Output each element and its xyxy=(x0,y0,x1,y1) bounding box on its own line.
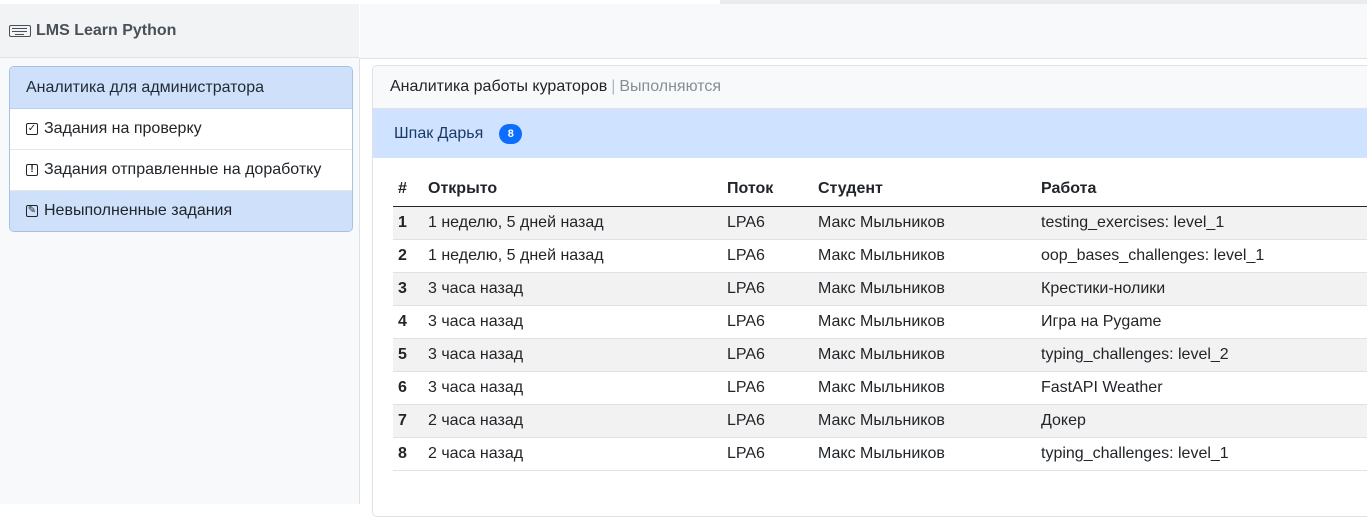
stream-cell: LPA6 xyxy=(722,206,813,240)
opened-cell: 3 часа назад xyxy=(423,338,722,372)
student-cell: Макс Мыльников xyxy=(813,239,1036,273)
row-number: 4 xyxy=(393,305,423,339)
opened-cell: 2 часа назад xyxy=(423,437,722,471)
brand-title: LMS Learn Python xyxy=(36,21,177,39)
work-cell: typing_challenges: level_2 xyxy=(1036,338,1367,372)
stream-cell: LPA6 xyxy=(722,437,813,471)
card-title: Аналитика работы кураторов xyxy=(390,78,608,95)
sidebar-item-label: Задания отправленные на доработку xyxy=(44,161,322,178)
sidebar-item-unfinished[interactable]: ✎ Невыполненные задания xyxy=(10,191,352,231)
stream-cell: LPA6 xyxy=(722,305,813,339)
work-cell: Игра на Pygame xyxy=(1036,305,1367,339)
row-number: 5 xyxy=(393,338,423,372)
exclamation-square-icon: ! xyxy=(26,164,38,176)
table-row: 43 часа назад LPA6 Макс Мыльников Игра на P… xyxy=(393,305,1367,339)
row-number: 2 xyxy=(393,239,423,273)
student-cell: Макс Мыльников xyxy=(813,338,1036,372)
row-number: 8 xyxy=(393,437,423,471)
title-separator: | xyxy=(611,78,616,95)
curator-row[interactable]: Шпак Дарья 8 xyxy=(373,109,1367,158)
column-header: Студент xyxy=(813,172,1036,207)
table-row: 72 часа назад LPA6 Макс Мыльников Докер xyxy=(393,404,1367,438)
sidebar-menu: Аналитика для администратора ✓ Задания н… xyxy=(9,66,353,232)
keyboard-icon xyxy=(9,24,31,37)
table-row: 33 часа назад LPA6 Макс Мыльников Крестики-… xyxy=(393,272,1367,306)
sidebar-heading[interactable]: Аналитика для администратора xyxy=(10,67,352,109)
opened-cell: 3 часа назад xyxy=(423,305,722,339)
curator-name: Шпак Дарья xyxy=(394,124,484,142)
work-cell: typing_challenges: level_1 xyxy=(1036,437,1367,471)
work-cell: FastAPI Weather xyxy=(1036,371,1367,405)
row-number: 6 xyxy=(393,371,423,405)
column-header: Поток xyxy=(722,172,813,207)
opened-cell: 3 часа назад xyxy=(423,272,722,306)
stream-cell: LPA6 xyxy=(722,272,813,306)
brand[interactable]: LMS Learn Python xyxy=(0,4,359,58)
opened-cell: 1 неделю, 5 дней назад xyxy=(423,206,722,240)
student-cell: Макс Мыльников xyxy=(813,206,1036,240)
table-row: 11 неделю, 5 дней назад LPA6 Макс Мыльнико… xyxy=(393,206,1367,240)
tasks-table: # Открыто Поток Студент Работа 11 неделю… xyxy=(393,172,1367,471)
table-row: 63 часа назад LPA6 Макс Мыльников FastAPI W… xyxy=(393,371,1367,405)
stream-cell: LPA6 xyxy=(722,404,813,438)
table-header-row: # Открыто Поток Студент Работа xyxy=(393,172,1367,207)
table-row: 82 часа назад LPA6 Макс Мыльников typing_ch… xyxy=(393,437,1367,471)
sidebar-item-review[interactable]: ✓ Задания на проверку xyxy=(10,109,352,150)
student-cell: Макс Мыльников xyxy=(813,371,1036,405)
student-cell: Макс Мыльников xyxy=(813,272,1036,306)
work-cell: Крестики-нолики xyxy=(1036,272,1367,306)
column-header: Работа xyxy=(1036,172,1367,207)
table-row: 53 часа назад LPA6 Макс Мыльников typing_ch… xyxy=(393,338,1367,372)
stream-cell: LPA6 xyxy=(722,371,813,405)
column-header: Открыто xyxy=(423,172,722,207)
count-badge: 8 xyxy=(499,123,523,144)
table-row: 21 неделю, 5 дней назад LPA6 Макс Мыльнико… xyxy=(393,239,1367,273)
sidebar: Аналитика для администратора ✓ Задания н… xyxy=(0,58,360,504)
work-cell: Докер xyxy=(1036,404,1367,438)
pencil-square-icon: ✎ xyxy=(26,205,38,217)
stream-cell: LPA6 xyxy=(722,338,813,372)
student-cell: Макс Мыльников xyxy=(813,437,1036,471)
work-cell: oop_bases_challenges: level_1 xyxy=(1036,239,1367,273)
row-number: 1 xyxy=(393,206,423,240)
check-square-icon: ✓ xyxy=(26,123,38,135)
card-subtitle: Выполняются xyxy=(619,78,722,95)
stream-cell: LPA6 xyxy=(722,239,813,273)
row-number: 7 xyxy=(393,404,423,438)
opened-cell: 3 часа назад xyxy=(423,371,722,405)
column-header: # xyxy=(393,172,423,207)
student-cell: Макс Мыльников xyxy=(813,305,1036,339)
analytics-card: Аналитика работы кураторов | Выполняются… xyxy=(372,65,1367,517)
top-header xyxy=(360,4,1367,59)
sidebar-item-label: Задания на проверку xyxy=(44,120,202,137)
sidebar-item-rework[interactable]: ! Задания отправленные на доработку xyxy=(10,150,352,191)
work-cell: testing_exercises: level_1 xyxy=(1036,206,1367,240)
card-header: Аналитика работы кураторов | Выполняются xyxy=(373,66,1367,109)
opened-cell: 1 неделю, 5 дней назад xyxy=(423,239,722,273)
sidebar-item-label: Невыполненные задания xyxy=(44,202,233,219)
student-cell: Макс Мыльников xyxy=(813,404,1036,438)
row-number: 3 xyxy=(393,272,423,306)
opened-cell: 2 часа назад xyxy=(423,404,722,438)
